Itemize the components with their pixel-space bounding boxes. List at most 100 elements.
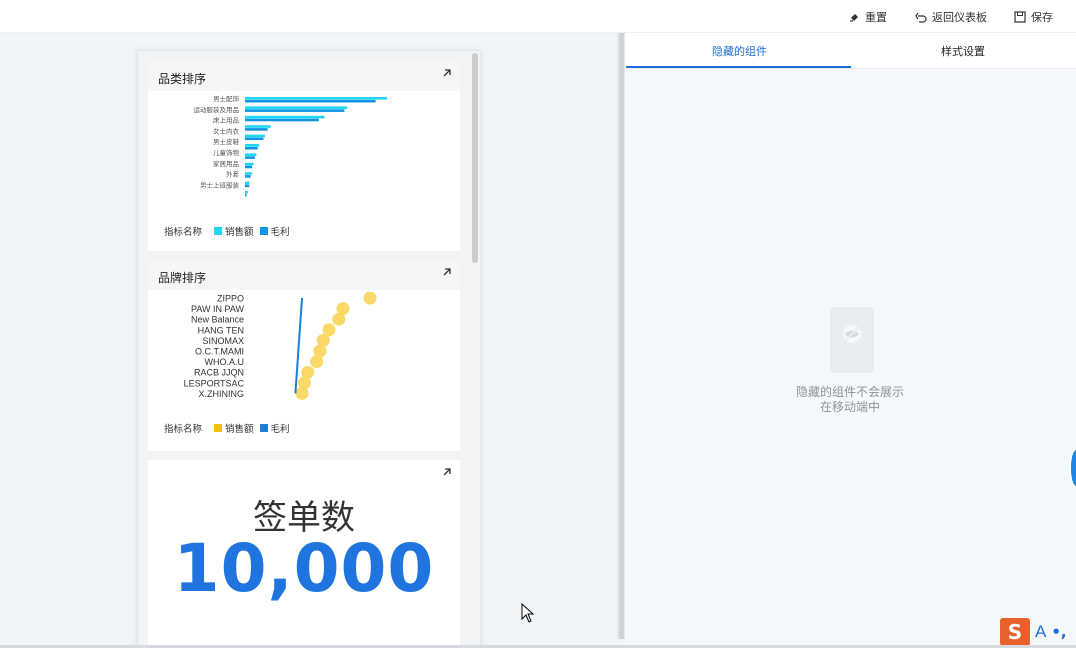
empty-state-line: 隐藏的组件不会展示: [795, 385, 904, 399]
tick-label: New Balance: [191, 315, 244, 325]
tab-hidden-components[interactable]: 隐藏的组件: [712, 43, 767, 59]
tick-label: 家居用品: [213, 159, 239, 168]
chart-legend: 指标名称 销售额 毛利: [164, 224, 290, 238]
kpi-value: 10,000: [173, 530, 435, 607]
ime-mode-indicator[interactable]: A: [1035, 622, 1046, 642]
reset-button[interactable]: 重置: [849, 9, 887, 25]
ime-punctuation-indicator[interactable]: •,: [1051, 623, 1066, 641]
bar-profit: [245, 184, 250, 188]
bar-profit: [245, 128, 268, 131]
save-button[interactable]: 保存: [1014, 9, 1053, 25]
bar-profit: [245, 146, 258, 150]
tick-label: X.ZHINING: [198, 389, 244, 399]
tick-label: 床上用品: [213, 116, 239, 125]
expand-icon[interactable]: [441, 466, 453, 478]
active-tab-indicator: [626, 66, 851, 68]
back-to-dashboard-button[interactable]: 返回仪表板: [915, 9, 987, 25]
legend-swatch: [259, 424, 268, 432]
tick-label: 男士配饰: [213, 94, 240, 103]
preview-scrollbar[interactable]: [472, 53, 478, 263]
card-title: 品牌排序: [158, 271, 207, 285]
scatter-point-sales: [332, 312, 346, 326]
save-icon: [1014, 11, 1026, 23]
tick-label: PAW IN PAW: [191, 304, 245, 314]
tab-style-settings[interactable]: 样式设置: [941, 43, 985, 59]
tick-label: O.C.T.MAMI: [195, 347, 244, 357]
kpi-card[interactable]: 签单数 10,000: [148, 460, 460, 648]
bar-sales: [245, 191, 248, 194]
floating-assistant-ball[interactable]: [1069, 448, 1076, 488]
legend-label: 毛利: [270, 424, 290, 435]
legend-swatch: [214, 227, 223, 235]
mouse-cursor-icon: [521, 603, 535, 623]
category-bar-chart: 男士配饰运动服装及用品床上用品女士内衣男士皮鞋儿童饰物家居用品外套男士上班服装: [194, 94, 387, 197]
empty-state-message: 隐藏的组件不会展示 在移动端中: [775, 385, 925, 415]
expand-icon[interactable]: [441, 266, 453, 278]
panel-divider[interactable]: [617, 33, 625, 639]
chart-legend: 指标名称 销售额 毛利: [164, 421, 290, 435]
settings-tabs: 隐藏的组件 样式设置: [625, 33, 1076, 69]
bar-profit: [245, 165, 253, 169]
legend-label: 销售额: [225, 227, 254, 238]
legend-item-sales[interactable]: 销售额: [214, 224, 254, 238]
sogou-logo-icon[interactable]: S: [1000, 618, 1030, 646]
ime-toolbar[interactable]: S A •,: [1000, 618, 1067, 646]
brand-scatter-chart: ZIPPOPAW IN PAWNew BalanceHANG TENSINOMA…: [184, 292, 377, 400]
category-ranking-card[interactable]: 品类排序 男士配饰运动服装及用品床上用品 女士内衣男士皮鞋儿童饰物家居用品外套 男士…: [148, 61, 460, 251]
bar-sales: [245, 153, 257, 156]
mobile-preview-workspace: 品类排序 男士配饰运动服装及用品床上用品 女士内衣男士皮鞋儿童饰物家居用品外套 男士…: [0, 33, 617, 648]
tick-label: 外套: [226, 170, 240, 179]
back-to-dashboard-label: 返回仪表板: [932, 11, 987, 24]
scatter-point-sales: [310, 355, 324, 369]
bar-profit: [245, 109, 345, 112]
top-toolbar: 重置 返回仪表板 保存: [0, 0, 1076, 33]
divider-handle[interactable]: [619, 33, 624, 639]
legend-item-profit[interactable]: 毛利: [259, 421, 290, 435]
expand-icon[interactable]: [441, 67, 453, 79]
bar-sales: [245, 181, 250, 185]
tick-label: 男士上班服装: [200, 180, 240, 189]
legend-swatch: [259, 227, 268, 235]
bar-profit: [245, 118, 319, 122]
hidden-phone-icon: [830, 307, 874, 373]
mobile-preview-frame[interactable]: 品类排序 男士配饰运动服装及用品床上用品 女士内衣男士皮鞋儿童饰物家居用品外套 男士…: [137, 50, 481, 648]
reset-label: 重置: [865, 11, 887, 24]
legend-title: 指标名称: [164, 424, 203, 435]
bar-sales: [245, 144, 260, 147]
tick-label: SINOMAX: [202, 336, 244, 346]
card-header: 品牌排序: [148, 260, 460, 290]
brand-ranking-card[interactable]: 品牌排序 ZIPPO PAW IN PAW New Balance HANG TEN S…: [148, 260, 460, 451]
tick-label: 运动服装及用品: [194, 105, 240, 114]
card-header: 品类排序: [148, 61, 460, 91]
bar-sales: [245, 106, 348, 109]
legend-item-profit[interactable]: 毛利: [259, 224, 290, 238]
tick-label: 男士皮鞋: [213, 137, 240, 146]
bar-sales: [245, 134, 265, 138]
bar-profit: [245, 99, 376, 103]
bar-profit: [245, 175, 251, 178]
tick-label: WHO.A.U: [205, 357, 245, 367]
empty-state-line: 在移动端中: [819, 400, 880, 414]
legend-label: 毛利: [270, 227, 290, 238]
legend-label: 销售额: [225, 424, 254, 435]
card-title: 品类排序: [158, 72, 207, 86]
bar-sales: [245, 97, 387, 100]
tick-label: 儿童饰物: [213, 148, 240, 157]
reset-icon: [849, 12, 860, 23]
bar-sales: [245, 115, 325, 119]
tick-label: RACB JJQN: [194, 368, 244, 378]
scatter-point-sales: [295, 386, 309, 400]
tick-label: HANG TEN: [198, 325, 244, 335]
bar-sales: [245, 172, 253, 175]
tick-label: 女士内衣: [213, 126, 240, 135]
legend-item-sales[interactable]: 销售额: [214, 421, 254, 435]
scatter-point-sales: [363, 292, 377, 305]
tick-label: ZIPPO: [217, 294, 244, 304]
bar-profit: [245, 156, 255, 159]
bar-profit: [245, 137, 264, 141]
bar-sales: [245, 162, 254, 166]
legend-swatch: [214, 424, 223, 432]
legend-title: 指标名称: [164, 227, 203, 238]
bar-profit: [245, 193, 247, 197]
tick-label: LESPORTSAC: [184, 378, 245, 388]
